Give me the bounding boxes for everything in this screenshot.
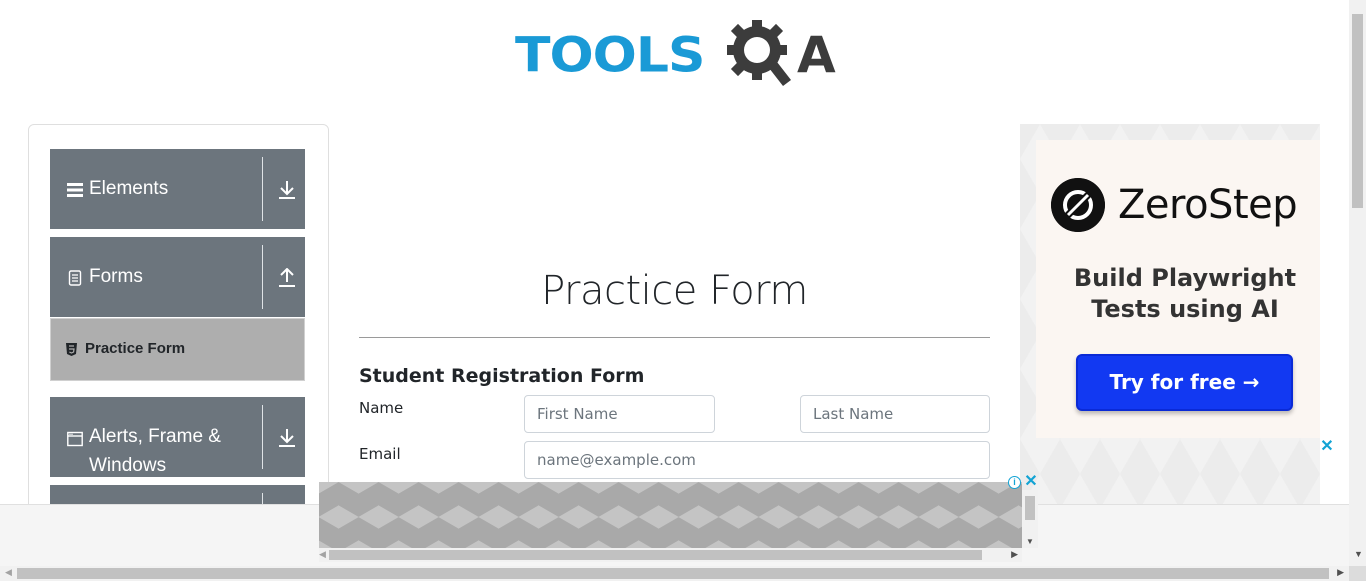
ad-close-icon[interactable]: ✕ xyxy=(1024,474,1038,490)
left-panel: Elements Forms Practice Form Alerts, Fra… xyxy=(28,124,329,524)
scroll-right-arrow-icon[interactable]: ▶ xyxy=(1011,549,1018,560)
download-arrow-icon[interactable] xyxy=(278,180,296,200)
html5-icon xyxy=(66,343,77,356)
page-title: Practice Form xyxy=(541,268,808,314)
right-advertisement[interactable]: ZeroStep Build Playwright Tests using AI… xyxy=(1020,124,1320,505)
divider xyxy=(262,405,263,469)
divider xyxy=(262,157,263,221)
email-input[interactable] xyxy=(524,441,990,479)
scrollbar-thumb[interactable] xyxy=(1352,14,1363,208)
ad-headline-line1: Build Playwright xyxy=(1073,264,1297,292)
scrollbar-corner xyxy=(1349,566,1366,581)
logo-text: TOOLS xyxy=(515,28,705,84)
last-name-input[interactable] xyxy=(800,395,990,433)
ad-headline-line2: Tests using AI xyxy=(1091,295,1279,323)
group-label-elements: Elements xyxy=(89,178,169,199)
hamburger-icon xyxy=(67,183,83,197)
group-header-forms[interactable]: Forms xyxy=(50,237,305,317)
first-name-input[interactable] xyxy=(524,395,715,433)
group-label-alerts-line2: Windows xyxy=(89,455,167,476)
sidebar-item-practice-form[interactable]: Practice Form xyxy=(50,318,305,381)
page-horizontal-scrollbar[interactable]: ◀ ▶ xyxy=(0,566,1349,581)
ad-info-icon[interactable]: i xyxy=(1008,476,1021,489)
zerostep-logo-icon xyxy=(1051,178,1105,232)
scroll-right-arrow-icon[interactable]: ▶ xyxy=(1337,567,1344,578)
group-header-elements[interactable]: Elements xyxy=(50,149,305,229)
window-icon xyxy=(67,431,83,447)
toolsqa-logo[interactable]: TOOLS A xyxy=(515,16,837,90)
title-divider xyxy=(359,337,990,338)
logo-suffix: A xyxy=(797,26,836,84)
gear-magnifier-icon xyxy=(727,20,791,86)
scroll-down-arrow-icon[interactable]: ▼ xyxy=(1354,549,1363,559)
form-heading: Student Registration Form xyxy=(359,365,645,387)
group-header-alerts-frame-windows[interactable]: Alerts, Frame & Windows xyxy=(50,397,305,477)
try-for-free-button[interactable]: Try for free → xyxy=(1076,354,1293,411)
scrollbar-thumb[interactable] xyxy=(17,568,1329,579)
group-label-alerts-line1: Alerts, Frame & xyxy=(89,426,221,447)
name-label: Name xyxy=(359,399,404,417)
divider xyxy=(262,245,263,309)
scroll-left-arrow-icon[interactable]: ◀ xyxy=(319,549,326,560)
upload-arrow-icon[interactable] xyxy=(278,268,296,288)
ad-headline: Build Playwright Tests using AI xyxy=(1036,263,1320,325)
scrollbar-thumb[interactable] xyxy=(1025,496,1035,520)
bottom-advertisement[interactable] xyxy=(319,482,1022,548)
scrollbar-thumb[interactable] xyxy=(329,550,982,560)
scroll-down-arrow-icon[interactable]: ▼ xyxy=(1026,537,1034,546)
group-label-forms: Forms xyxy=(89,266,143,287)
sidebar-item-label: Practice Form xyxy=(85,340,186,357)
email-label: Email xyxy=(359,445,401,463)
page-vertical-scrollbar[interactable]: ▼ xyxy=(1349,0,1366,566)
ad-horizontal-scrollbar[interactable]: ◀ ▶ xyxy=(319,548,1022,562)
download-arrow-icon[interactable] xyxy=(278,428,296,448)
scroll-left-arrow-icon[interactable]: ◀ xyxy=(5,567,12,578)
ad-close-icon[interactable]: ✕ xyxy=(1320,439,1334,455)
ad-brand-name: ZeroStep xyxy=(1118,182,1298,228)
document-icon xyxy=(68,270,82,286)
ad-card[interactable]: ZeroStep Build Playwright Tests using AI… xyxy=(1036,140,1320,438)
ad-vertical-scrollbar[interactable]: ▼ xyxy=(1022,490,1038,548)
